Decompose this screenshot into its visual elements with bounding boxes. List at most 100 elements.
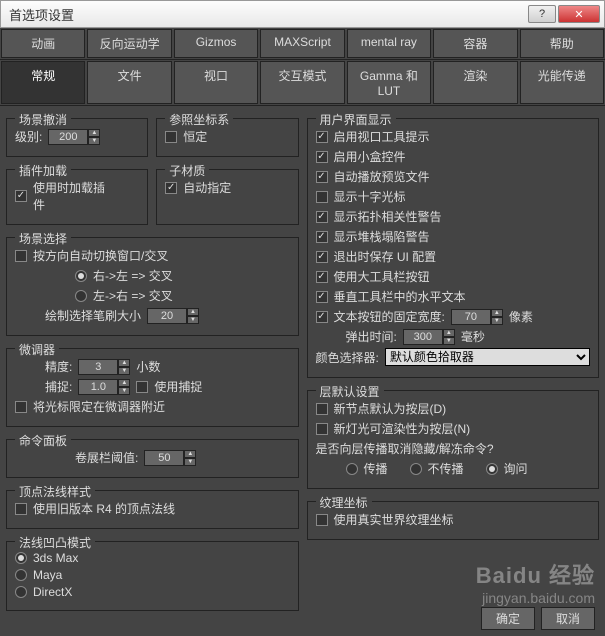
lock-cursor-label: 将光标限定在微调器附近 bbox=[33, 398, 165, 415]
spin-down-icon[interactable]: ▼ bbox=[187, 316, 199, 324]
auto-assign-checkbox[interactable] bbox=[165, 182, 177, 194]
content-area: 场景撤消 级别: ▲▼ 参照坐标系 恒定 插件加载 使用时加载插件 子材质 自动… bbox=[0, 106, 605, 617]
fixed-width-input[interactable] bbox=[451, 309, 491, 325]
tab-animation[interactable]: 动画 bbox=[1, 29, 85, 58]
rollup-label: 卷展栏阈值: bbox=[75, 449, 138, 466]
r2l-radio[interactable] bbox=[75, 270, 87, 282]
undo-level-spinner[interactable]: ▲▼ bbox=[48, 129, 100, 145]
ui-item-checkbox[interactable] bbox=[316, 211, 328, 223]
tab-interaction[interactable]: 交互模式 bbox=[260, 61, 344, 104]
tab-viewports[interactable]: 视口 bbox=[174, 61, 258, 104]
spin-down-icon[interactable]: ▼ bbox=[88, 137, 100, 145]
spin-up-icon[interactable]: ▲ bbox=[491, 309, 503, 317]
nb-maya-label: Maya bbox=[33, 568, 62, 582]
ui-item-checkbox[interactable] bbox=[316, 151, 328, 163]
spin-up-icon[interactable]: ▲ bbox=[443, 329, 455, 337]
nb-maya-radio[interactable] bbox=[15, 569, 27, 581]
rollup-spinner[interactable]: ▲▼ bbox=[144, 450, 196, 466]
nb-directx-radio[interactable] bbox=[15, 586, 27, 598]
ui-item-label: 启用小盒控件 bbox=[334, 148, 406, 165]
spin-up-icon[interactable]: ▲ bbox=[118, 359, 130, 367]
ui-item-checkbox[interactable] bbox=[316, 131, 328, 143]
color-picker-label: 颜色选择器: bbox=[316, 349, 379, 366]
tab-containers[interactable]: 容器 bbox=[433, 29, 517, 58]
ask-radio[interactable] bbox=[486, 463, 498, 475]
close-button[interactable]: ✕ bbox=[558, 5, 600, 23]
ui-item-checkbox[interactable] bbox=[316, 291, 328, 303]
tab-general[interactable]: 常规 bbox=[1, 61, 85, 104]
cancel-button[interactable]: 取消 bbox=[541, 607, 595, 630]
tab-radiosity[interactable]: 光能传递 bbox=[520, 61, 604, 104]
precision-spinner[interactable]: ▲▼ bbox=[78, 359, 130, 375]
auto-switch-label: 按方向自动切换窗口/交叉 bbox=[33, 247, 168, 264]
brush-input[interactable] bbox=[147, 308, 187, 324]
help-button[interactable]: ? bbox=[528, 5, 556, 23]
precision-input[interactable] bbox=[78, 359, 118, 375]
ok-button[interactable]: 确定 bbox=[481, 607, 535, 630]
tab-help[interactable]: 帮助 bbox=[520, 29, 604, 58]
spin-down-icon[interactable]: ▼ bbox=[118, 387, 130, 395]
titlebar: 首选项设置 ? ✕ bbox=[0, 0, 605, 28]
spin-up-icon[interactable]: ▲ bbox=[184, 450, 196, 458]
lock-cursor-checkbox[interactable] bbox=[15, 401, 27, 413]
ui-item-checkbox[interactable] bbox=[316, 171, 328, 183]
fixed-width-spinner[interactable]: ▲▼ bbox=[451, 309, 503, 325]
snap-input[interactable] bbox=[78, 379, 118, 395]
ui-item-checkbox[interactable] bbox=[316, 311, 328, 323]
ui-item-label: 垂直工具栏中的水平文本 bbox=[334, 288, 466, 305]
ui-item-checkbox[interactable] bbox=[316, 231, 328, 243]
ask-label: 询问 bbox=[504, 460, 528, 477]
use-snap-checkbox[interactable] bbox=[136, 381, 148, 393]
group-vertex-normal: 顶点法线样式 使用旧版本 R4 的顶点法线 bbox=[6, 490, 299, 529]
no-propagate-radio[interactable] bbox=[410, 463, 422, 475]
spin-up-icon[interactable]: ▲ bbox=[187, 308, 199, 316]
load-on-use-checkbox[interactable] bbox=[15, 190, 27, 202]
undo-level-input[interactable] bbox=[48, 129, 88, 145]
popup-input[interactable] bbox=[403, 329, 443, 345]
legend-layer-defaults: 层默认设置 bbox=[316, 383, 384, 400]
ui-item-label: 显示十字光标 bbox=[334, 188, 406, 205]
new-light-checkbox[interactable] bbox=[316, 423, 328, 435]
nb-3dsmax-radio[interactable] bbox=[15, 552, 27, 564]
popup-spinner[interactable]: ▲▼ bbox=[403, 329, 455, 345]
tab-rendering[interactable]: 渲染 bbox=[433, 61, 517, 104]
legend-sub-mtl: 子材质 bbox=[165, 162, 209, 179]
ui-item-label: 自动播放预览文件 bbox=[334, 168, 430, 185]
use-r4-checkbox[interactable] bbox=[15, 503, 27, 515]
spin-down-icon[interactable]: ▼ bbox=[184, 458, 196, 466]
spin-up-icon[interactable]: ▲ bbox=[118, 379, 130, 387]
legend-ui-display: 用户界面显示 bbox=[316, 111, 396, 128]
ui-item-checkbox[interactable] bbox=[316, 271, 328, 283]
spin-down-icon[interactable]: ▼ bbox=[443, 337, 455, 345]
group-normal-bump: 法线凹凸模式 3ds Max Maya DirectX bbox=[6, 541, 299, 611]
tab-maxscript[interactable]: MAXScript bbox=[260, 29, 344, 58]
bottom-bar: 确定 取消 bbox=[481, 607, 595, 630]
left-column: 场景撤消 级别: ▲▼ 参照坐标系 恒定 插件加载 使用时加载插件 子材质 自动… bbox=[6, 112, 299, 611]
use-real-checkbox[interactable] bbox=[316, 514, 328, 526]
brush-spinner[interactable]: ▲▼ bbox=[147, 308, 199, 324]
tab-ik[interactable]: 反向运动学 bbox=[87, 29, 171, 58]
tab-gamma[interactable]: Gamma 和 LUT bbox=[347, 61, 431, 104]
constant-checkbox[interactable] bbox=[165, 131, 177, 143]
spin-down-icon[interactable]: ▼ bbox=[491, 317, 503, 325]
propagate-radio[interactable] bbox=[346, 463, 358, 475]
snap-spinner[interactable]: ▲▼ bbox=[78, 379, 130, 395]
nb-3dsmax-label: 3ds Max bbox=[33, 551, 78, 565]
propagate-question: 是否向层传播取消隐藏/解冻命令? bbox=[316, 440, 494, 457]
tab-mentalray[interactable]: mental ray bbox=[347, 29, 431, 58]
ui-item-checkbox[interactable] bbox=[316, 251, 328, 263]
rollup-input[interactable] bbox=[144, 450, 184, 466]
tab-gizmos[interactable]: Gizmos bbox=[174, 29, 258, 58]
ui-item-checkbox[interactable] bbox=[316, 191, 328, 203]
l2r-radio[interactable] bbox=[75, 290, 87, 302]
auto-switch-checkbox[interactable] bbox=[15, 250, 27, 262]
tab-files[interactable]: 文件 bbox=[87, 61, 171, 104]
spin-down-icon[interactable]: ▼ bbox=[118, 367, 130, 375]
color-picker-select[interactable]: 默认颜色拾取器 bbox=[385, 348, 590, 366]
group-cmd-panel: 命令面板 卷展栏阈值: ▲▼ bbox=[6, 439, 299, 478]
spin-up-icon[interactable]: ▲ bbox=[88, 129, 100, 137]
use-snap-label: 使用捕捉 bbox=[154, 378, 202, 395]
group-ref-coord: 参照坐标系 恒定 bbox=[156, 118, 298, 157]
group-layer-defaults: 层默认设置 新节点默认为按层(D) 新灯光可渲染性为按层(N) 是否向层传播取消… bbox=[307, 390, 600, 489]
new-node-checkbox[interactable] bbox=[316, 403, 328, 415]
